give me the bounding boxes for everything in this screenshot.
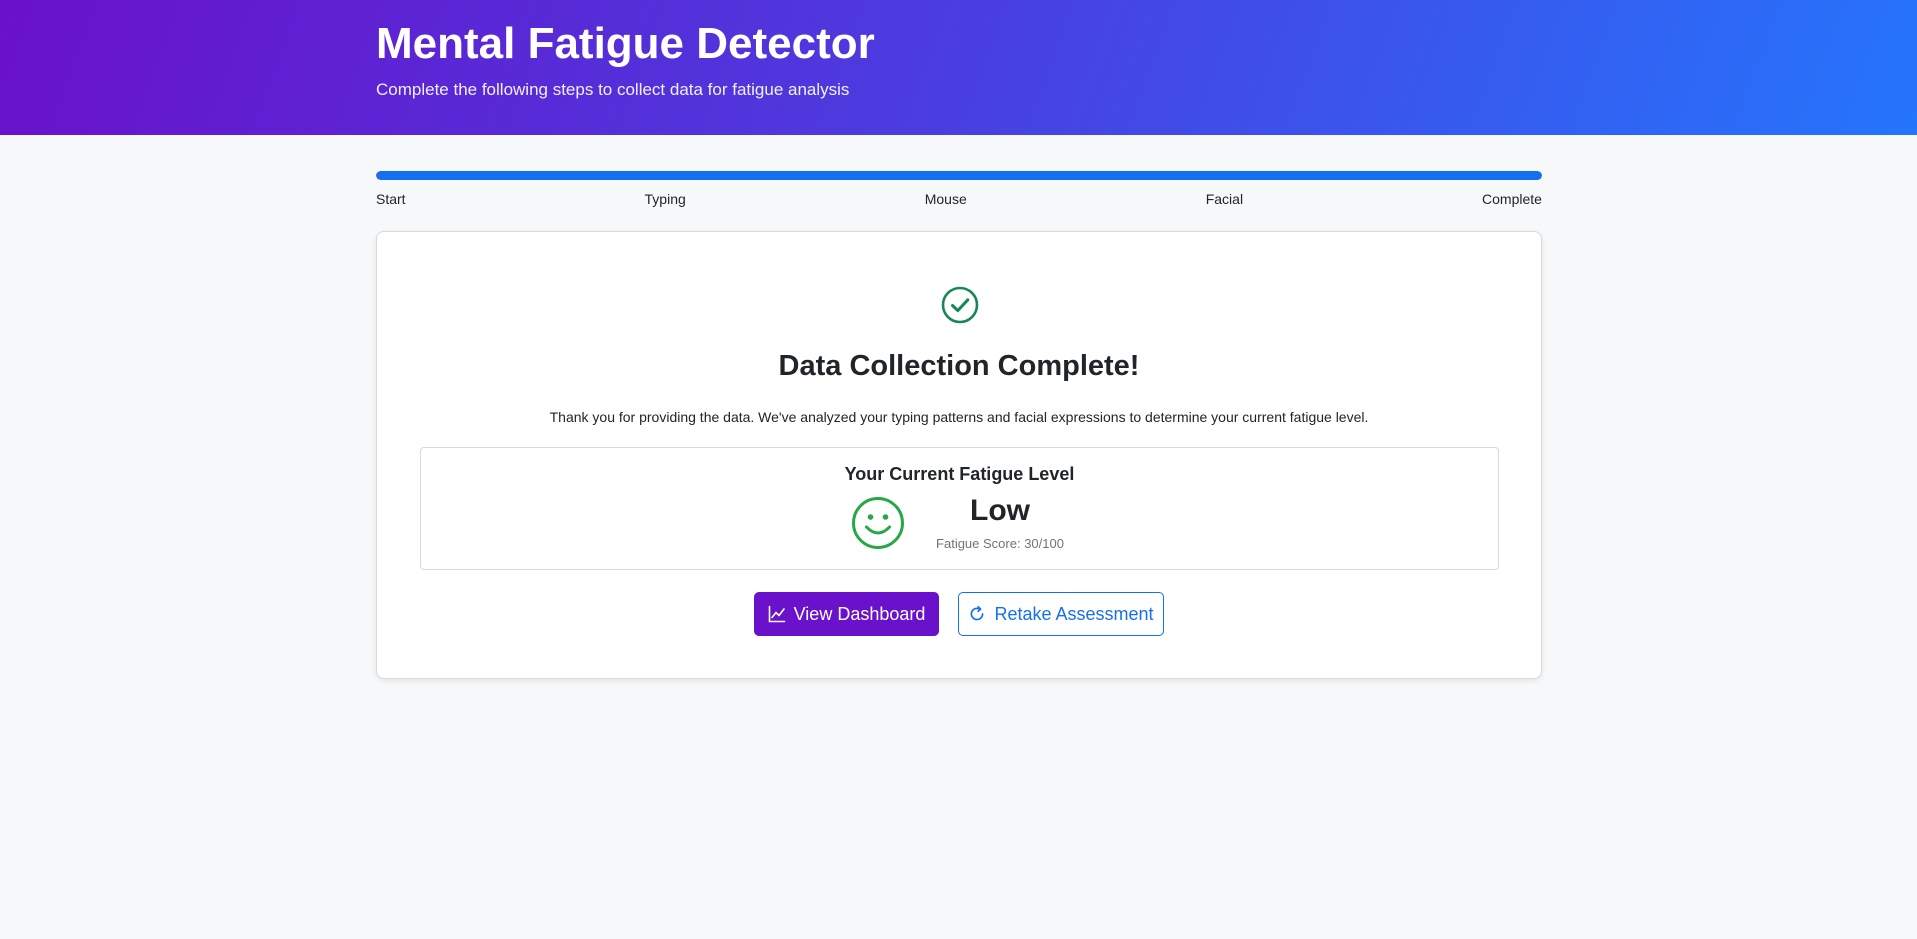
progress-bar (376, 171, 1542, 180)
app-title: Mental Fatigue Detector (376, 19, 875, 68)
app-subtitle: Complete the following steps to collect … (376, 80, 850, 99)
chart-line-icon (768, 605, 785, 623)
step-label-start: Start (376, 191, 406, 207)
fatigue-result-panel: Your Current Fatigue Level Low Fatigue S… (420, 447, 1499, 570)
smile-icon (852, 497, 904, 549)
view-dashboard-button[interactable]: View Dashboard (754, 592, 939, 636)
completion-card: Data Collection Complete! Thank you for … (376, 231, 1542, 679)
completion-title: Data Collection Complete! (778, 350, 1140, 382)
fatigue-result-heading: Your Current Fatigue Level (844, 464, 1075, 484)
check-circle-icon (941, 286, 979, 324)
refresh-icon (971, 605, 984, 621)
retake-assessment-button[interactable]: Retake Assessment (958, 592, 1164, 636)
fatigue-score: Fatigue Score: 30/100 (936, 536, 1064, 551)
progress-bar-fill (376, 171, 1542, 180)
fatigue-level-value: Low (970, 494, 1030, 527)
completion-message: Thank you for providing the data. We've … (549, 409, 1369, 425)
step-label-mouse: Mouse (924, 191, 967, 207)
retake-assessment-label: Retake Assessment (994, 603, 1154, 624)
step-label-facial: Facial (1205, 191, 1244, 207)
step-label-typing: Typing (644, 191, 686, 207)
step-label-complete: Complete (1482, 191, 1542, 207)
app-header: Mental Fatigue Detector Complete the fol… (0, 0, 1917, 135)
progress-steps: Start Typing Mouse Facial Complete (376, 191, 1542, 209)
view-dashboard-label: View Dashboard (793, 603, 926, 624)
